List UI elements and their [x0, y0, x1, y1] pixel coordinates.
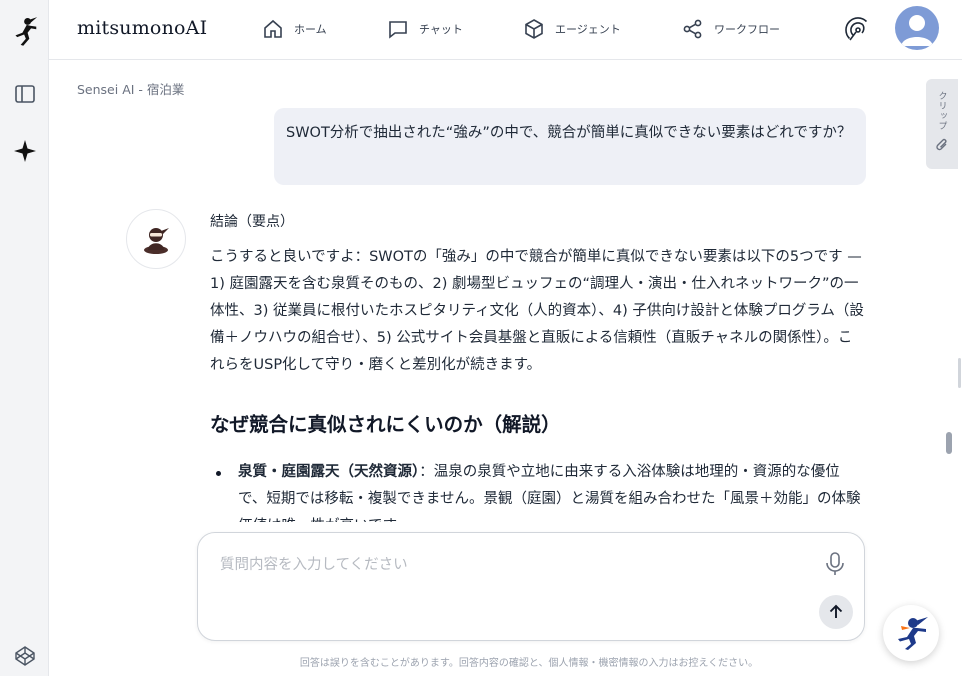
- bullet-title: 泉質・庭園露天（天然資源）: [238, 464, 420, 480]
- home-icon: [264, 19, 282, 38]
- user-message-bubble: SWOT分析で抽出された“強み”の中で、競合が簡単に真似できない要素はどれですか…: [274, 108, 866, 185]
- answer-lead: 結論（要点）: [210, 214, 294, 230]
- ninja-mascot-icon: [898, 617, 928, 650]
- clip-tab-label: クリップ: [936, 91, 947, 131]
- nav-agent-label: エージェント: [555, 23, 621, 36]
- broadcast-icon[interactable]: [844, 16, 872, 44]
- clip-tab[interactable]: クリップ: [926, 79, 958, 169]
- nav-agent[interactable]: エージェント: [523, 18, 621, 40]
- assistant-fab-button[interactable]: [883, 605, 939, 661]
- resize-handle[interactable]: [958, 358, 961, 388]
- send-button[interactable]: [819, 595, 853, 629]
- answer-bullet-list: 泉質・庭園露天（天然資源）：温泉の泉質や立地に由来する入浴体験は地理的・資源的な…: [210, 459, 866, 522]
- user-avatar[interactable]: [895, 6, 939, 50]
- list-item: 泉質・庭園露天（天然資源）：温泉の泉質や立地に由来する入浴体験は地理的・資源的な…: [216, 459, 866, 522]
- sidebar-toggle-icon[interactable]: [12, 81, 38, 107]
- sparkle-icon[interactable]: [12, 138, 38, 164]
- answer-paragraph: こうすると良いですよ：SWOTの「強み」の中で競合が簡単に真似できない要素は以下…: [210, 249, 864, 373]
- ninja-logo-icon[interactable]: [12, 17, 38, 46]
- nav-chat-label: チャット: [419, 23, 463, 36]
- ninja-avatar-icon: [144, 228, 169, 254]
- chat-icon: [389, 21, 407, 39]
- question-input[interactable]: [220, 553, 800, 613]
- left-rail: [0, 0, 49, 676]
- microphone-icon[interactable]: [823, 551, 847, 577]
- share-nodes-icon: [683, 19, 702, 39]
- nav-workflow[interactable]: ワークフロー: [682, 18, 780, 40]
- paperclip-icon: [936, 138, 947, 151]
- brand-title: mitsumonoAI: [77, 17, 208, 39]
- assistant-answer: 結論（要点） こうすると良いですよ：SWOTの「強み」の中で競合が簡単に真似でき…: [210, 210, 866, 522]
- disclaimer-text: 回答は誤りを含むことがあります。回答内容の確認と、個人情報・機密情報の入力はお控…: [299, 658, 759, 669]
- nav-home-label: ホーム: [294, 23, 327, 36]
- arrow-up-icon: [829, 604, 843, 618]
- answer-heading: なぜ競合に真似されにくいのか（解説）: [210, 413, 561, 436]
- nav-workflow-label: ワークフロー: [714, 23, 780, 36]
- nav-chat[interactable]: チャット: [387, 18, 463, 40]
- bot-avatar: [126, 209, 186, 269]
- scrollbar-thumb[interactable]: [946, 432, 952, 454]
- message-composer: [197, 532, 865, 641]
- cube-icon: [525, 19, 543, 39]
- breadcrumb[interactable]: Sensei AI - 宿泊業: [77, 79, 184, 98]
- top-header: mitsumonoAI ホーム チャット エージェント ワークフロー: [49, 0, 962, 60]
- nav-home[interactable]: ホーム: [262, 18, 327, 40]
